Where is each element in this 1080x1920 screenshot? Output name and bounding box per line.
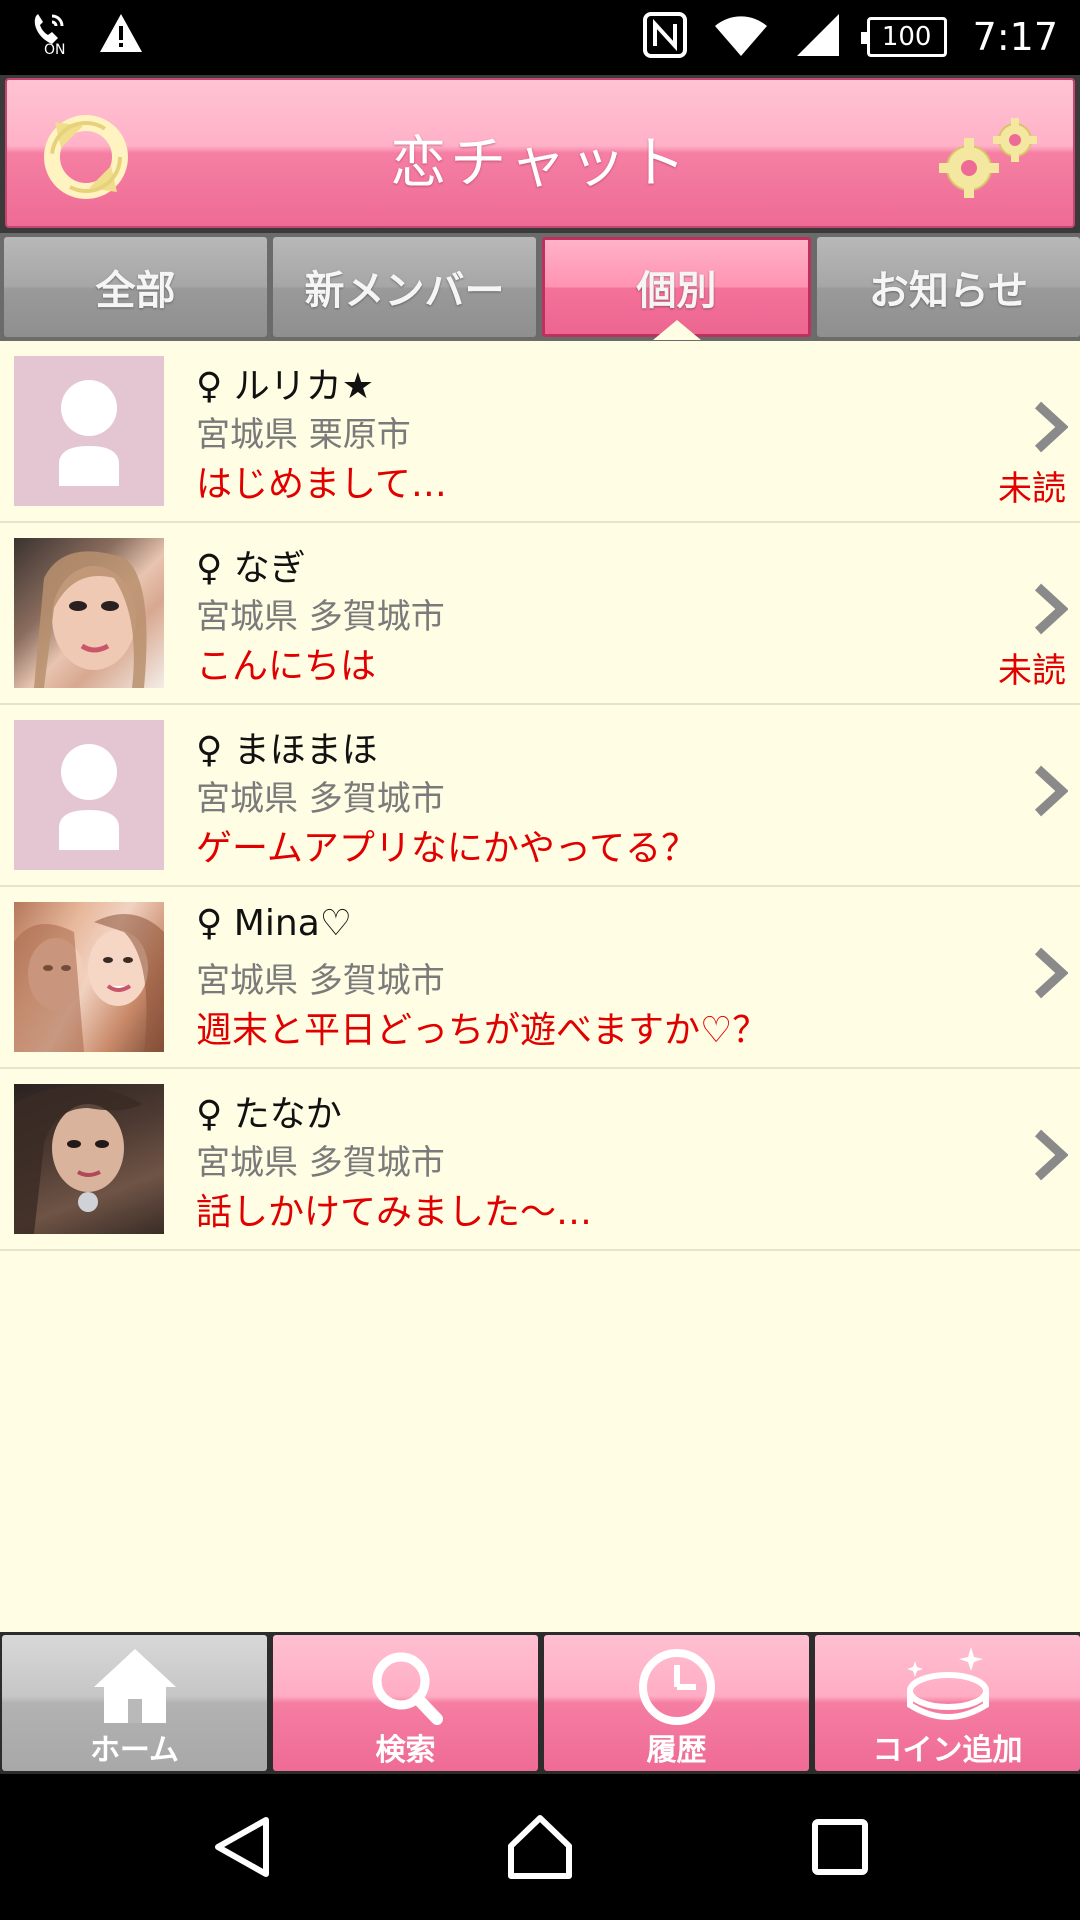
chevron-right-icon xyxy=(1034,401,1068,453)
home-icon xyxy=(93,1649,176,1723)
user-name: ♀ なぎ xyxy=(196,548,306,589)
tab-all[interactable]: 全部 xyxy=(4,237,267,337)
avatar xyxy=(14,1084,164,1234)
search-icon xyxy=(372,1652,443,1725)
nav-history-label: 履歴 xyxy=(646,1733,707,1768)
nav-history[interactable]: 履歴 xyxy=(544,1635,809,1771)
tab-notices[interactable]: お知らせ xyxy=(817,237,1080,337)
battery-indicator: 100 xyxy=(860,17,947,57)
user-name: ♀ ルリカ★ xyxy=(196,366,375,407)
message-preview: 話しかけてみました〜… xyxy=(196,1192,593,1233)
avatar xyxy=(14,720,164,870)
default-avatar-icon xyxy=(59,744,119,850)
default-avatar-icon xyxy=(59,380,119,486)
history-clock-icon xyxy=(638,1649,715,1725)
settings-gears-icon xyxy=(939,118,1037,198)
tab-new-members[interactable]: 新メンバー xyxy=(273,237,536,337)
avatar xyxy=(14,538,164,688)
avatar xyxy=(14,902,164,1052)
chevron-right-icon xyxy=(1034,765,1068,817)
app-title: 恋チャット xyxy=(390,131,690,196)
nav-home[interactable]: ホーム xyxy=(2,1635,267,1771)
avatar-photo xyxy=(14,1086,142,1234)
list-item[interactable]: ♀ まほまほ 宮城県 多賀城市 ゲームアプリなにかやってる？ xyxy=(0,705,1080,887)
user-name: ♀ まほまほ xyxy=(196,730,378,771)
message-preview: 週末と平日どっちが遊べますか♡？ xyxy=(196,1010,769,1051)
status-bar: ON 100 7:17 xyxy=(0,0,1080,75)
message-list: ♀ ルリカ★ 宮城県 栗原市 はじめまして… 未読 ♀ なぎ 宮城県 多賀城市 … xyxy=(0,341,1080,1632)
avatar-photo xyxy=(34,551,147,688)
list-item[interactable]: ♀ なぎ 宮城県 多賀城市 こんにちは 未読 xyxy=(0,523,1080,705)
system-navigation-bar xyxy=(0,1774,1080,1920)
list-item[interactable]: ♀ Mina♡ 宮城県 多賀城市 週末と平日どっちが遊べますか♡？ xyxy=(0,887,1080,1069)
warning-icon xyxy=(98,12,144,58)
nav-search[interactable]: 検索 xyxy=(273,1635,538,1771)
message-preview: ゲームアプリなにかやってる？ xyxy=(196,828,698,869)
back-icon[interactable] xyxy=(208,1812,278,1882)
recents-icon[interactable] xyxy=(805,1812,875,1882)
wifi-icon xyxy=(713,12,769,62)
nav-home-label: ホーム xyxy=(89,1733,180,1768)
message-preview: はじめまして… xyxy=(196,464,447,505)
chevron-right-icon xyxy=(1034,583,1068,635)
unread-badge: 未読 xyxy=(998,651,1066,691)
home-system-icon[interactable] xyxy=(505,1812,575,1882)
unread-badge: 未読 xyxy=(998,469,1066,509)
settings-button[interactable] xyxy=(931,110,1051,206)
nav-add-coins[interactable]: コイン追加 xyxy=(815,1635,1080,1771)
bottom-navigation: ホーム 検索 履歴 コイン追加 xyxy=(0,1632,1080,1774)
user-location: 宮城県 栗原市 xyxy=(196,415,411,455)
vibrate-on-label: ON xyxy=(44,42,66,58)
phone-signal-on-icon: ON xyxy=(28,10,68,60)
user-name: ♀ Mina♡ xyxy=(196,903,353,944)
user-location: 宮城県 多賀城市 xyxy=(196,597,445,637)
tab-individual[interactable]: 個別 xyxy=(542,237,811,340)
user-location: 宮城県 多賀城市 xyxy=(196,961,445,1001)
nav-add-coins-label: コイン追加 xyxy=(872,1733,1023,1768)
clock: 7:17 xyxy=(972,15,1058,59)
cellular-signal-icon xyxy=(795,12,841,62)
message-preview: こんにちは xyxy=(196,646,377,687)
list-item[interactable]: ♀ ルリカ★ 宮城県 栗原市 はじめまして… 未読 xyxy=(0,341,1080,523)
user-name: ♀ たなか xyxy=(196,1094,342,1135)
user-location: 宮城県 多賀城市 xyxy=(196,779,445,819)
tab-bar: 全部 新メンバー 個別 お知らせ xyxy=(0,233,1080,341)
list-item[interactable]: ♀ たなか 宮城県 多賀城市 話しかけてみました〜… xyxy=(0,1069,1080,1251)
chevron-right-icon xyxy=(1034,1129,1068,1181)
chevron-right-icon xyxy=(1034,947,1068,999)
avatar xyxy=(14,356,164,506)
nfc-icon xyxy=(642,12,687,62)
nav-search-label: 検索 xyxy=(375,1733,436,1768)
avatar-photo xyxy=(14,914,164,1052)
coin-add-icon xyxy=(906,1647,989,1720)
app-header: 恋チャット xyxy=(0,75,1080,233)
user-location: 宮城県 多賀城市 xyxy=(196,1143,445,1183)
